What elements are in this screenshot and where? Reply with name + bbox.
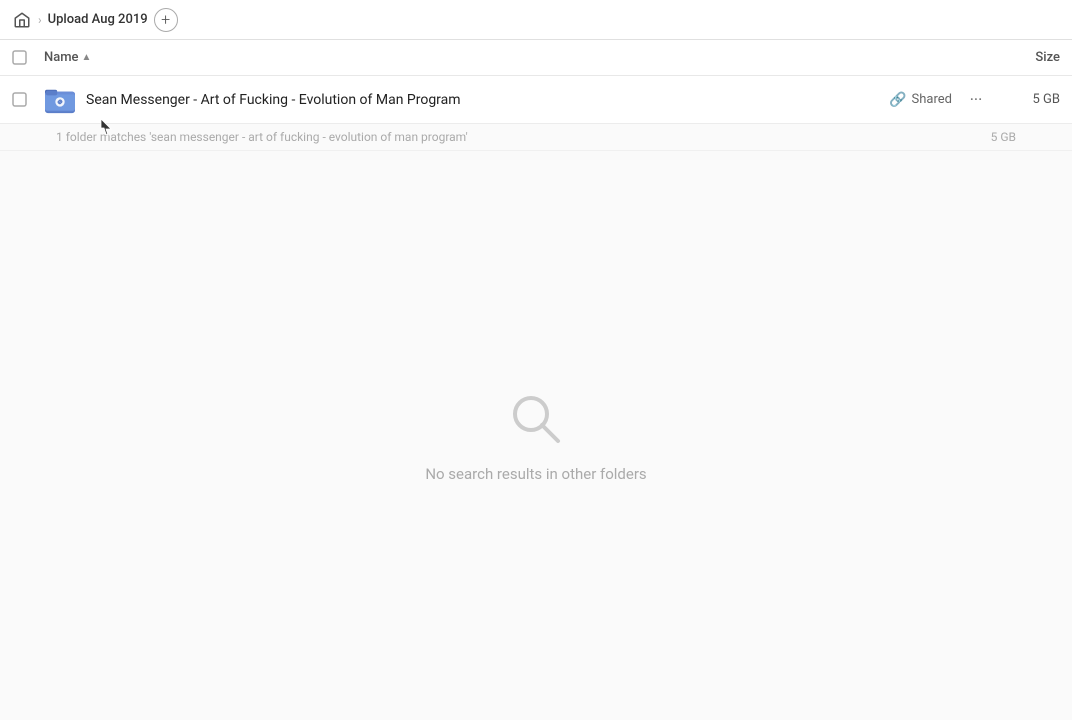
- column-size-header: Size: [980, 50, 1060, 65]
- match-count-row: 1 folder matches 'sean messenger - art o…: [0, 124, 1072, 151]
- empty-state: No search results in other folders: [0, 151, 1072, 720]
- empty-text: No search results in other folders: [425, 465, 646, 483]
- breadcrumb-separator: ›: [38, 13, 42, 27]
- app-container: › Upload Aug 2019 + Name ▲ Size: [0, 0, 1072, 720]
- column-name-header[interactable]: Name ▲: [44, 50, 980, 65]
- no-results-icon: [506, 389, 566, 449]
- match-text: 1 folder matches 'sean messenger - art o…: [56, 130, 468, 144]
- file-checkbox[interactable]: [12, 92, 44, 107]
- breadcrumb-bar: › Upload Aug 2019 +: [0, 0, 1072, 40]
- add-button[interactable]: +: [154, 8, 178, 32]
- file-size: 5 GB: [1000, 92, 1060, 107]
- breadcrumb-folder[interactable]: Upload Aug 2019: [48, 12, 148, 27]
- sort-icon: ▲: [82, 52, 92, 63]
- header-checkbox[interactable]: [12, 50, 44, 65]
- more-options-button[interactable]: ···: [962, 86, 990, 114]
- home-icon[interactable]: [12, 10, 32, 30]
- file-row[interactable]: Sean Messenger - Art of Fucking - Evolut…: [0, 76, 1072, 124]
- match-size: 5 GB: [991, 130, 1016, 144]
- file-name: Sean Messenger - Art of Fucking - Evolut…: [86, 92, 889, 108]
- shared-badge: 🔗 Shared: [889, 92, 952, 108]
- column-headers: Name ▲ Size: [0, 40, 1072, 76]
- folder-icon: [44, 84, 76, 116]
- link-icon: 🔗: [889, 92, 906, 108]
